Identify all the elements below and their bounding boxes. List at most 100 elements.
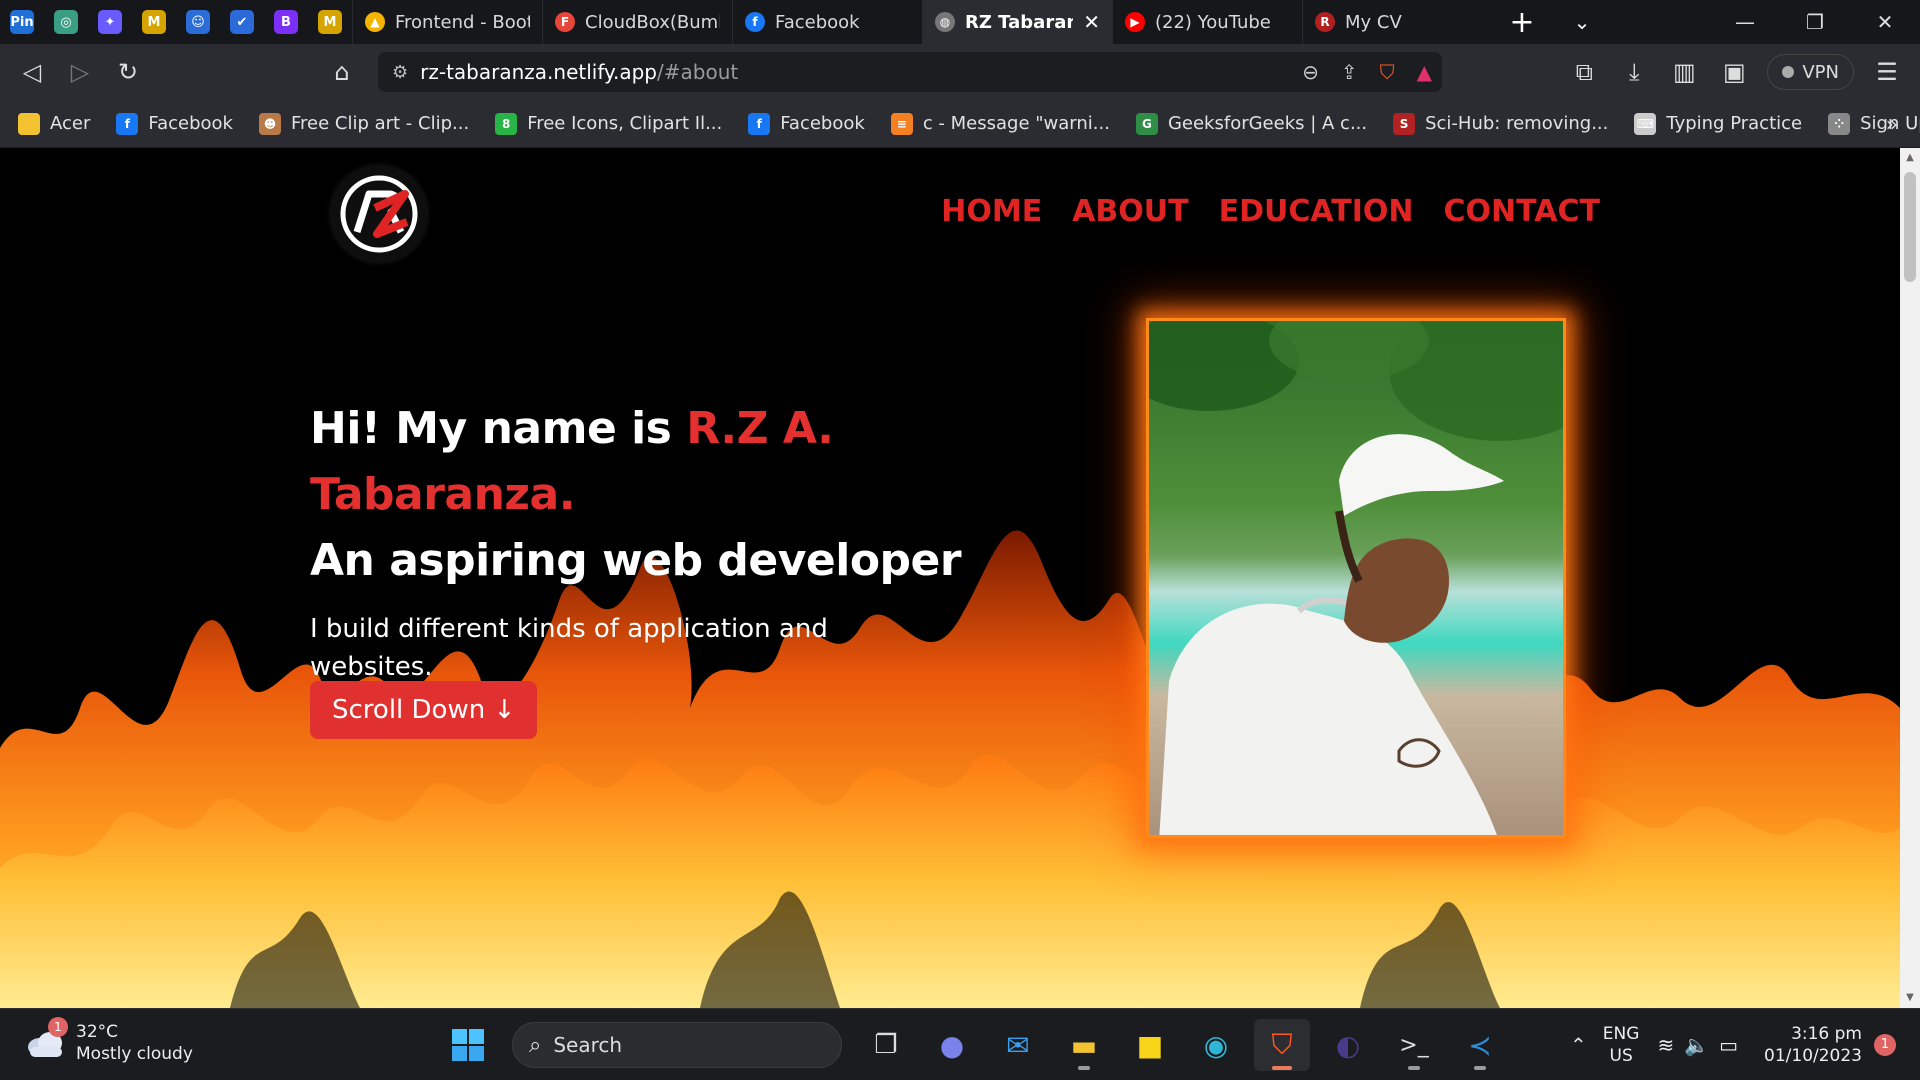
bookmark-item[interactable]: ☻ Free Clip art - Clip... bbox=[258, 112, 469, 135]
scrollbar-thumb[interactable] bbox=[1904, 172, 1916, 282]
bookmark-item[interactable]: f Facebook bbox=[116, 112, 233, 135]
eclipse-button[interactable]: ◐ bbox=[1320, 1019, 1376, 1071]
weather-temp: 32°C bbox=[76, 1022, 119, 1042]
vpn-label: VPN bbox=[1802, 61, 1839, 83]
pinned-tab[interactable]: M bbox=[308, 0, 352, 44]
sticky-notes-button[interactable]: ■ bbox=[1122, 1019, 1178, 1071]
tab-title: Facebook bbox=[775, 11, 860, 33]
dots-icon: ⁘ bbox=[1828, 112, 1851, 135]
bookmark-item[interactable]: Acer bbox=[18, 112, 90, 135]
reload-button[interactable]: ↻ bbox=[104, 48, 152, 96]
bookmark-item[interactable]: ⁘Sign Up bbox=[1828, 112, 1920, 135]
task-view-button[interactable]: ❐ bbox=[858, 1019, 914, 1071]
nav-link-contact[interactable]: CONTACT bbox=[1444, 194, 1600, 229]
miro-icon: M bbox=[318, 10, 342, 34]
downloads-icon[interactable]: ⤓ bbox=[1609, 48, 1659, 96]
youtube-icon: ▶ bbox=[1125, 12, 1145, 32]
clock-time: 3:16 pm bbox=[1791, 1024, 1862, 1044]
tab-list: ▲ Frontend - Boots F CloudBox(Bumbu f Faceboo… bbox=[352, 0, 1492, 44]
language-indicator[interactable]: ENG US bbox=[1603, 1023, 1640, 1067]
profile-photo-image bbox=[1149, 321, 1563, 835]
site-settings-icon[interactable]: ⚙ bbox=[392, 62, 408, 83]
browser-tab[interactable]: ▶ (22) YouTube bbox=[1112, 0, 1302, 44]
bookmark-item[interactable]: S Sci-Hub: removing... bbox=[1393, 112, 1608, 135]
menu-icon[interactable]: ☰ bbox=[1862, 48, 1912, 96]
address-bar[interactable]: ⚙ rz-tabaranza.netlify.app/#about ⊖ ⇪ ⛉ … bbox=[378, 52, 1442, 92]
pinned-tab[interactable]: B bbox=[264, 0, 308, 44]
hero-section: Hi! My name is R.Z A. Tabaranza. An aspi… bbox=[310, 396, 1110, 686]
pinned-tab[interactable]: Pin bbox=[0, 0, 44, 44]
stackoverflow-icon: ≡ bbox=[890, 112, 913, 135]
nav-link-education[interactable]: EDUCATION bbox=[1219, 194, 1414, 229]
bookmark-label: Facebook bbox=[780, 113, 865, 134]
restore-button[interactable]: ❐ bbox=[1780, 0, 1850, 44]
minimize-button[interactable]: — bbox=[1710, 0, 1780, 44]
brave-shields-icon[interactable]: ⛉ bbox=[1380, 60, 1395, 84]
share-icon[interactable]: ⇪ bbox=[1341, 60, 1358, 84]
bookmark-item[interactable]: G GeeksforGeeks | A c... bbox=[1135, 112, 1367, 135]
browser-tab[interactable]: R My CV bbox=[1302, 0, 1492, 44]
wallet-icon[interactable]: ▣ bbox=[1709, 48, 1759, 96]
sidebar-icon[interactable]: ▥ bbox=[1659, 48, 1709, 96]
extensions-icon[interactable]: ⧉ bbox=[1559, 48, 1609, 96]
pinned-tab[interactable]: ✦ bbox=[88, 0, 132, 44]
clock[interactable]: 3:16 pm 01/10/2023 bbox=[1764, 1023, 1862, 1067]
pinned-tab[interactable]: ◎ bbox=[44, 0, 88, 44]
bookmark-item[interactable]: f Facebook bbox=[748, 112, 865, 135]
wifi-icon: ≋ bbox=[1657, 1033, 1675, 1057]
start-button[interactable] bbox=[440, 1019, 496, 1071]
new-tab-button[interactable]: + bbox=[1492, 0, 1552, 44]
scroll-up-arrow-icon[interactable]: ▲ bbox=[1900, 148, 1920, 168]
tab-strip: Pin ◎ ✦ M ☺ ✔ B M ▲ Frontend - Boots F CloudBox(Bu… bbox=[0, 0, 1920, 44]
folder-icon bbox=[18, 112, 40, 135]
bookmark-icon[interactable]: ⌂ bbox=[318, 48, 366, 96]
close-tab-icon[interactable]: ✕ bbox=[1083, 10, 1100, 34]
search-icon: ⌕ bbox=[529, 1032, 542, 1058]
terminal-icon: >_ bbox=[1399, 1032, 1429, 1058]
show-hidden-icons-chevron-icon[interactable]: ⌃ bbox=[1570, 1033, 1587, 1057]
brave-button[interactable]: ⛉ bbox=[1254, 1019, 1310, 1071]
teams-chat-button[interactable]: ● bbox=[924, 1019, 980, 1071]
forward-button[interactable]: ▷ bbox=[56, 48, 104, 96]
browser-tab[interactable]: f Facebook bbox=[732, 0, 922, 44]
nav-link-home[interactable]: HOME bbox=[941, 194, 1042, 229]
weather-widget[interactable]: 1 32°C Mostly cloudy bbox=[26, 1017, 193, 1065]
pinned-tab[interactable]: ✔ bbox=[220, 0, 264, 44]
bookmark-item[interactable]: ≡ c - Message "warni... bbox=[890, 112, 1110, 135]
edge-button[interactable]: ◉ bbox=[1188, 1019, 1244, 1071]
facebook-icon: f bbox=[748, 112, 771, 135]
browser-tab[interactable]: ◍ RZ Tabaranza ✕ bbox=[922, 0, 1112, 44]
file-explorer-button[interactable]: ▬ bbox=[1056, 1019, 1112, 1071]
vpn-button[interactable]: VPN bbox=[1767, 54, 1854, 90]
vscode-button[interactable]: ≺ bbox=[1452, 1019, 1508, 1071]
site-logo[interactable] bbox=[331, 166, 427, 262]
zoom-icon[interactable]: ⊖ bbox=[1302, 60, 1319, 84]
hero-tagline: An aspiring web developer bbox=[310, 535, 962, 586]
pinned-tab[interactable]: M bbox=[132, 0, 176, 44]
rz-logo-icon bbox=[340, 175, 418, 253]
nav-link-about[interactable]: ABOUT bbox=[1072, 194, 1188, 229]
browser-tab[interactable]: ▲ Frontend - Boots bbox=[352, 0, 542, 44]
close-window-button[interactable]: ✕ bbox=[1850, 0, 1920, 44]
scroll-down-button[interactable]: Scroll Down ↓ bbox=[310, 681, 538, 739]
terminal-button[interactable]: >_ bbox=[1386, 1019, 1442, 1071]
bootstrap-icon: B bbox=[274, 10, 298, 34]
mail-button[interactable]: ✉ bbox=[990, 1019, 1046, 1071]
browser-tab[interactable]: F CloudBox(Bumbu bbox=[542, 0, 732, 44]
notification-badge[interactable]: 1 bbox=[1874, 1034, 1896, 1056]
edge-icon: ◉ bbox=[1203, 1028, 1229, 1062]
pinned-tab[interactable]: ☺ bbox=[176, 0, 220, 44]
sticky-notes-icon: ■ bbox=[1136, 1028, 1164, 1062]
taskbar-search[interactable]: ⌕ Search bbox=[512, 1022, 842, 1068]
scroll-down-arrow-icon[interactable]: ▼ bbox=[1900, 988, 1920, 1008]
tab-search-chevron-icon[interactable]: ⌄ bbox=[1552, 0, 1612, 44]
more-bookmarks-icon[interactable]: » bbox=[1886, 100, 1898, 148]
back-button[interactable]: ◁ bbox=[8, 48, 56, 96]
brave-rewards-icon[interactable]: ▲ bbox=[1417, 60, 1432, 84]
taskbar-apps: ⌕ Search ❐ ● ✉ ▬ ■ ◉ ⛉ ◐ >_ ≺ bbox=[440, 1019, 1508, 1071]
vpn-status-icon bbox=[1782, 66, 1795, 78]
quick-settings[interactable]: ≋ 🔈 ▭ bbox=[1657, 1033, 1738, 1057]
page-scrollbar[interactable]: ▲ ▼ bbox=[1900, 148, 1920, 1008]
bookmark-item[interactable]: 8 Free Icons, Clipart Il... bbox=[495, 112, 722, 135]
bookmark-item[interactable]: ⌨ Typing Practice bbox=[1634, 112, 1802, 135]
